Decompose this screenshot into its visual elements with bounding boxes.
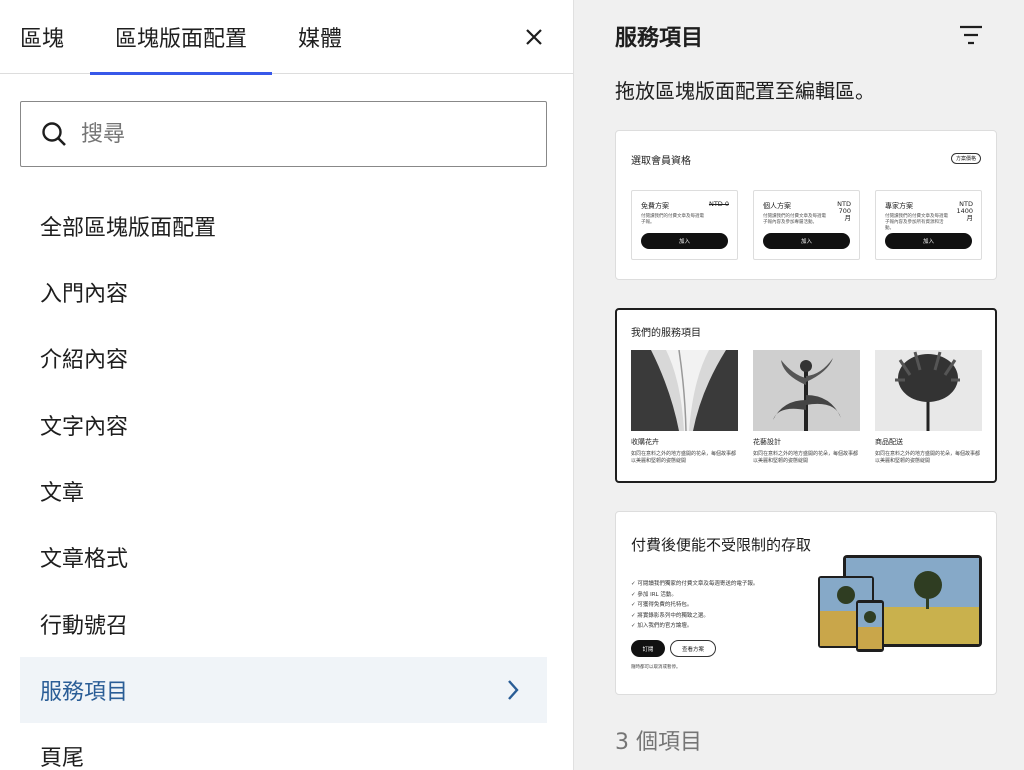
service-title: 商品配送 <box>875 438 903 446</box>
list-item: ✓ 將實錄影系列中的獨致之選。 <box>631 612 709 619</box>
category-intro[interactable]: 入門內容 <box>20 259 547 325</box>
category-all[interactable]: 全部區塊版面配置 <box>20 193 547 259</box>
benefits-list: ✓ 可閱讀我們獨家的付費文章及每週寄送的電子報。 ✓ 參加 IRL 活動。 ✓ … <box>631 579 758 632</box>
chevron-right-icon <box>508 680 519 700</box>
service-desc: 如同在意料之外的地方盛開的花朵，每個故事都以美麗和堅韌的姿態綻開 <box>875 451 981 464</box>
plan-card: 個人方案 NTD 700 月 付閱讀我們的付費文章及每週電子報內容及參加專屬活動… <box>753 190 860 260</box>
plan-price: NTD 1400 月 <box>956 200 973 222</box>
list-item: ✓ 可閱讀我們獨家的付費文章及每週寄送的電子報。 <box>631 581 759 587</box>
service-desc: 如同在意料之外的地方盛開的花朵，每個故事都以美麗和堅韌的姿態綻開 <box>631 451 737 464</box>
plan-join-button: 加入 <box>763 233 850 249</box>
plan-card: 免費方案 NTD 0 付閱讀我們的付費文章及每週電子報。 加入 <box>631 190 738 260</box>
inserter-panel: 區塊 區塊版面配置 媒體 全部區塊版面配置 入門內容 介紹內容 文字內容 文章 … <box>0 0 574 770</box>
service-item: 收購花卉 如同在意料之外的地方盛開的花朵，每個故事都以美麗和堅韌的姿態綻開 <box>631 350 738 465</box>
view-plans-button: 查看方案 <box>670 640 716 657</box>
plan-price: NTD 0 <box>708 200 729 208</box>
category-services[interactable]: 服務項目 <box>20 657 547 723</box>
plan-desc: 付閱讀我們的付費文章及每週電子報。 <box>641 214 704 225</box>
plan-desc: 付閱讀我們的付費文章及每週電子報內容及參加專屬活動。 <box>763 214 826 225</box>
pattern-card-pricing[interactable]: 選取會員資格 方案價格 免費方案 NTD 0 付閱讀我們的付費文章及每週電子報。… <box>615 130 997 280</box>
list-item: ✓ 參加 IRL 活動。 <box>631 591 677 598</box>
category-footer[interactable]: 頁尾 <box>20 723 547 770</box>
category-posts[interactable]: 文章 <box>20 458 547 524</box>
pattern-card-services[interactable]: 我們的服務項目 收購花卉 如同在意料之外的地方盛開的花朵，每個故事都以美麗和堅韌… <box>615 308 997 483</box>
service-item: 花藝設計 如同在意料之外的地方盛開的花朵，每個故事都以美麗和堅韌的姿態綻開 <box>753 350 860 465</box>
service-title: 收購花卉 <box>631 438 659 446</box>
search-field[interactable] <box>20 101 547 167</box>
thistle-image <box>875 350 982 431</box>
plan-name: 專家方案 <box>885 202 913 210</box>
pattern-heading: 選取會員資格 <box>631 156 691 167</box>
plant-image <box>753 350 860 431</box>
flower-image <box>631 350 738 431</box>
category-about[interactable]: 介紹內容 <box>20 325 547 391</box>
cancel-note: 隨時都可以取消或暫停。 <box>631 665 681 670</box>
pattern-card-subscribe[interactable]: 付費後便能不受限制的存取 ✓ 可閱讀我們獨家的付費文章及每週寄送的電子報。 ✓ … <box>615 511 997 695</box>
service-title: 花藝設計 <box>753 438 781 446</box>
category-services-label: 服務項目 <box>40 680 129 705</box>
pattern-preview-panel: 服務項目 拖放區塊版面配置至編輯區。 選取會員資格 方案價格 免費方案 NTD … <box>574 0 1024 770</box>
search-input[interactable] <box>81 121 501 147</box>
inserter-tabs: 區塊 區塊版面配置 媒體 <box>0 0 573 75</box>
list-item: ✓ 加入我們的官方論壇。 <box>631 623 693 629</box>
close-button[interactable] <box>514 17 554 57</box>
pattern-count: 3 個項目 <box>615 730 702 755</box>
category-title: 服務項目 <box>615 26 704 51</box>
pattern-pill: 方案價格 <box>950 153 981 164</box>
pattern-heading: 付費後便能不受限制的存取 <box>631 536 812 554</box>
list-item: ✓ 可獲得免費的托特包。 <box>631 602 693 608</box>
subscribe-button: 訂閱 <box>631 640 665 657</box>
tab-patterns[interactable]: 區塊版面配置 <box>90 0 272 75</box>
plan-desc: 付閱讀我們的付費文章及每週電子報內容及參加所有資源和活動。 <box>885 214 948 231</box>
close-icon <box>526 29 542 45</box>
tab-blocks[interactable]: 區塊 <box>0 0 84 74</box>
plan-join-button: 加入 <box>885 233 972 249</box>
category-text[interactable]: 文字內容 <box>20 392 547 458</box>
category-cta[interactable]: 行動號召 <box>20 591 547 657</box>
service-desc: 如同在意料之外的地方盛開的花朵，每個故事都以美麗和堅韌的姿態綻開 <box>753 451 859 464</box>
plan-price: NTD 700 月 <box>837 200 851 222</box>
plan-join-button: 加入 <box>641 233 728 249</box>
pattern-heading: 我們的服務項目 <box>631 328 701 339</box>
search-icon <box>42 122 66 146</box>
plan-name: 免費方案 <box>641 202 669 210</box>
devices-image <box>818 555 982 652</box>
tab-media[interactable]: 媒體 <box>278 0 362 74</box>
filter-icon[interactable] <box>956 20 986 50</box>
plan-card: 專家方案 NTD 1400 月 付閱讀我們的付費文章及每週電子報內容及參加所有資… <box>875 190 982 260</box>
panel-description: 拖放區塊版面配置至編輯區。 <box>615 79 875 103</box>
plan-name: 個人方案 <box>763 202 791 210</box>
service-item: 商品配送 如同在意料之外的地方盛開的花朵，每個故事都以美麗和堅韌的姿態綻開 <box>875 350 982 465</box>
category-post-format[interactable]: 文章格式 <box>20 524 547 590</box>
